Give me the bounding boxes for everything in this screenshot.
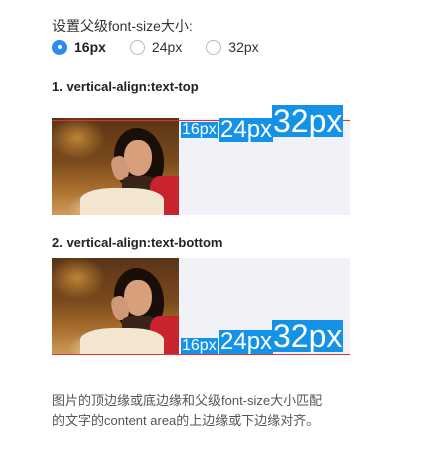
radio-32px[interactable]: 32px bbox=[206, 39, 259, 55]
badge-16px: 16px bbox=[181, 337, 218, 354]
radio-16px[interactable]: 16px bbox=[52, 39, 106, 55]
badge-16px: 16px bbox=[181, 121, 218, 138]
section-heading-text-bottom: 2. vertical-align:text-bottom bbox=[52, 235, 223, 250]
description-line-2: 的文字的content area的上边缘或下边缘对齐。 bbox=[52, 413, 320, 428]
portrait-image bbox=[52, 258, 179, 355]
description: 图片的顶边缘或底边缘和父级font-size大小匹配 的文字的content a… bbox=[52, 391, 322, 431]
radio-label-16px: 16px bbox=[74, 39, 106, 55]
radio-label-24px: 24px bbox=[151, 39, 183, 55]
font-size-radio-group: 16px 24px 32px bbox=[52, 38, 283, 56]
description-line-1: 图片的顶边缘或底边缘和父级font-size大小匹配 bbox=[52, 393, 323, 408]
badge-32px: 32px bbox=[272, 318, 344, 354]
demo-box-text-top: 16px 24px 32px bbox=[52, 105, 350, 215]
radio-label-32px: 32px bbox=[228, 39, 259, 55]
section-heading-text-top: 1. vertical-align:text-top bbox=[52, 79, 199, 94]
alignment-line bbox=[52, 354, 350, 355]
radio-checked-icon[interactable] bbox=[52, 39, 67, 55]
badge-32px: 32px bbox=[272, 103, 344, 139]
demo-box-text-bottom: 16px 24px 32px bbox=[52, 258, 350, 355]
font-size-setting-label: 设置父级font-size大小: bbox=[52, 18, 193, 34]
portrait-image bbox=[52, 118, 179, 215]
radio-unchecked-icon[interactable] bbox=[206, 39, 222, 55]
radio-24px[interactable]: 24px bbox=[129, 39, 183, 55]
badge-24px: 24px bbox=[219, 116, 274, 143]
radio-unchecked-icon[interactable] bbox=[129, 39, 145, 55]
badge-24px: 24px bbox=[219, 328, 274, 355]
